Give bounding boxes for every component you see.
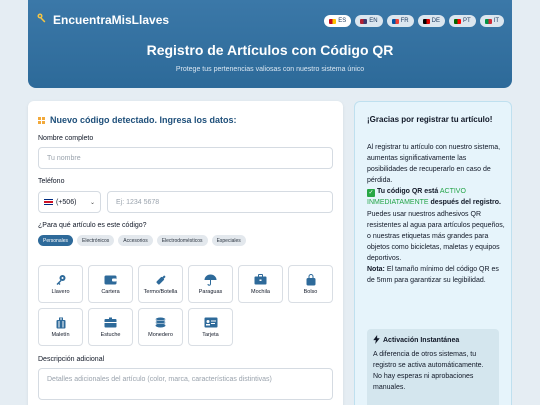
language-code: ES — [338, 18, 347, 24]
language-fr[interactable]: FR — [386, 15, 414, 27]
thank-you-panel: ¡Gracias por registrar tu artículo! Al r… — [354, 101, 512, 405]
flag-icon — [484, 18, 492, 24]
registration-form-card: Nuevo código detectado. Ingresa los dato… — [28, 101, 343, 405]
umbrella-icon — [204, 274, 218, 286]
language-code: EN — [369, 18, 378, 24]
note-text: El tamaño mínimo del código QR es de 5mm… — [367, 266, 499, 285]
item-tile-estuche[interactable]: Estuche — [88, 308, 133, 346]
category-tabs: Personales Electrónicos Accesorios Electrod… — [38, 235, 246, 246]
category-tab[interactable]: Electrónicos — [77, 235, 115, 246]
category-tab[interactable]: Electrodomésticos — [156, 235, 208, 246]
note-label: Nota: — [367, 266, 385, 274]
flag-icon — [329, 18, 337, 24]
sidebar-body: Al registrar tu artículo con nuestro sis… — [367, 142, 507, 286]
item-tile-monedero[interactable]: Monedero — [138, 308, 183, 346]
name-label: Nombre completo — [38, 135, 94, 142]
item-tile-label: Estuche — [100, 331, 121, 338]
chevron-down-icon: ⌄ — [89, 199, 95, 206]
lightning-icon — [373, 335, 380, 346]
category-tab[interactable]: Personales — [38, 235, 74, 246]
description-textarea[interactable]: Detalles adicionales del artículo (color… — [38, 368, 333, 400]
brand[interactable]: EncuentraMisLlaves — [36, 12, 169, 27]
item-tile-termo-botella[interactable]: Termo/Botella — [138, 265, 183, 303]
language-de[interactable]: DE — [417, 15, 445, 27]
flag-icon — [391, 18, 399, 24]
info-text: A diferencia de otros sistemas, tu regis… — [373, 351, 484, 391]
info-title-text: Activación Instantánea — [383, 337, 460, 344]
language-es[interactable]: ES — [324, 15, 352, 27]
language-en[interactable]: EN — [355, 15, 383, 27]
flag-icon — [422, 18, 430, 24]
form-heading-text: Nuevo código detectado. Ingresa los dato… — [50, 115, 237, 125]
item-tile-malet-n[interactable]: Maletín — [38, 308, 83, 346]
qr-status-post: después del registro. — [430, 199, 501, 207]
coins-icon — [154, 317, 168, 329]
header: EncuentraMisLlaves ES EN FR DE PT IT Registro… — [28, 0, 512, 88]
item-tile-llavero[interactable]: Llavero — [38, 265, 83, 303]
language-code: PT — [462, 18, 471, 24]
language-code: FR — [400, 18, 409, 24]
sidebar-paragraph-1: Al registrar tu artículo con nuestro sis… — [367, 144, 501, 185]
id-card-icon — [204, 317, 218, 329]
language-code: IT — [493, 18, 499, 24]
item-tile-label: Llavero — [51, 288, 70, 295]
language-it[interactable]: IT — [479, 15, 504, 27]
qr-status-line: ✓ Tu código QR está ACTIVO INMEDIATAMENT… — [367, 186, 507, 208]
item-tile-cartera[interactable]: Cartera — [88, 265, 133, 303]
item-tile-label: Maletín — [51, 331, 70, 338]
page-subtitle: Protege tus pertenencias valiosas con nu… — [175, 66, 365, 73]
page-title: Registro de Artículos con Código QR — [146, 42, 394, 58]
language-code: DE — [431, 18, 440, 24]
category-tab[interactable]: Accesorios — [118, 235, 153, 246]
item-tile-tarjeta[interactable]: Tarjeta — [188, 308, 233, 346]
grid-icon — [38, 116, 45, 124]
item-tile-label: Paraguas — [198, 288, 223, 295]
key-icon — [36, 12, 48, 27]
item-tile-bolso[interactable]: Bolso — [288, 265, 333, 303]
brand-name: EncuentraMisLlaves — [53, 12, 170, 27]
country-code-select[interactable]: (+506) ⌄ — [38, 191, 101, 213]
suitcase-icon — [54, 317, 68, 329]
item-tile-label: Monedero — [148, 331, 173, 338]
language-switcher: ES EN FR DE PT IT — [324, 15, 504, 27]
name-input[interactable]: Tu nombre — [38, 147, 333, 169]
sidebar-title: ¡Gracias por registrar tu artículo! — [367, 115, 493, 124]
case-icon — [104, 317, 118, 329]
qr-status-pre: Tu código QR está — [376, 188, 439, 196]
item-tile-label: Tarjeta — [202, 331, 219, 338]
item-tile-label: Termo/Botella — [143, 288, 178, 295]
check-icon: ✓ — [367, 189, 375, 198]
form-heading: Nuevo código detectado. Ingresa los dato… — [38, 115, 237, 125]
instant-activation-box: Activación Instantánea A diferencia de o… — [367, 329, 499, 405]
bottle-icon — [154, 274, 168, 286]
item-tile-label: Mochila — [251, 288, 270, 295]
briefcase-icon — [254, 274, 268, 286]
phone-input[interactable]: Ej: 1234 5678 — [107, 191, 333, 213]
item-tile-label: Bolso — [303, 288, 318, 295]
info-title: Activación Instantánea — [373, 335, 493, 346]
description-label: Descripción adicional — [38, 356, 105, 363]
country-code-value: (+506) — [56, 198, 77, 206]
category-tab[interactable]: Especiales — [211, 235, 246, 246]
flag-icon — [453, 18, 461, 24]
wallet-icon — [104, 274, 118, 286]
item-question-label: ¿Para qué artículo es este código? — [38, 222, 147, 229]
costa-rica-flag-icon — [44, 199, 53, 205]
bag-icon — [304, 273, 318, 286]
sidebar-note: Nota: El tamaño mínimo del código QR es … — [367, 264, 507, 286]
sidebar-paragraph-2: Puedes usar nuestros adhesivos QR resist… — [367, 210, 505, 262]
language-pt[interactable]: PT — [448, 15, 476, 27]
key-icon — [54, 274, 68, 286]
item-tile-mochila[interactable]: Mochila — [238, 265, 283, 303]
item-tile-paraguas[interactable]: Paraguas — [188, 265, 233, 303]
item-tile-label: Cartera — [101, 288, 120, 295]
flag-icon — [360, 18, 368, 24]
phone-label: Teléfono — [38, 178, 65, 185]
